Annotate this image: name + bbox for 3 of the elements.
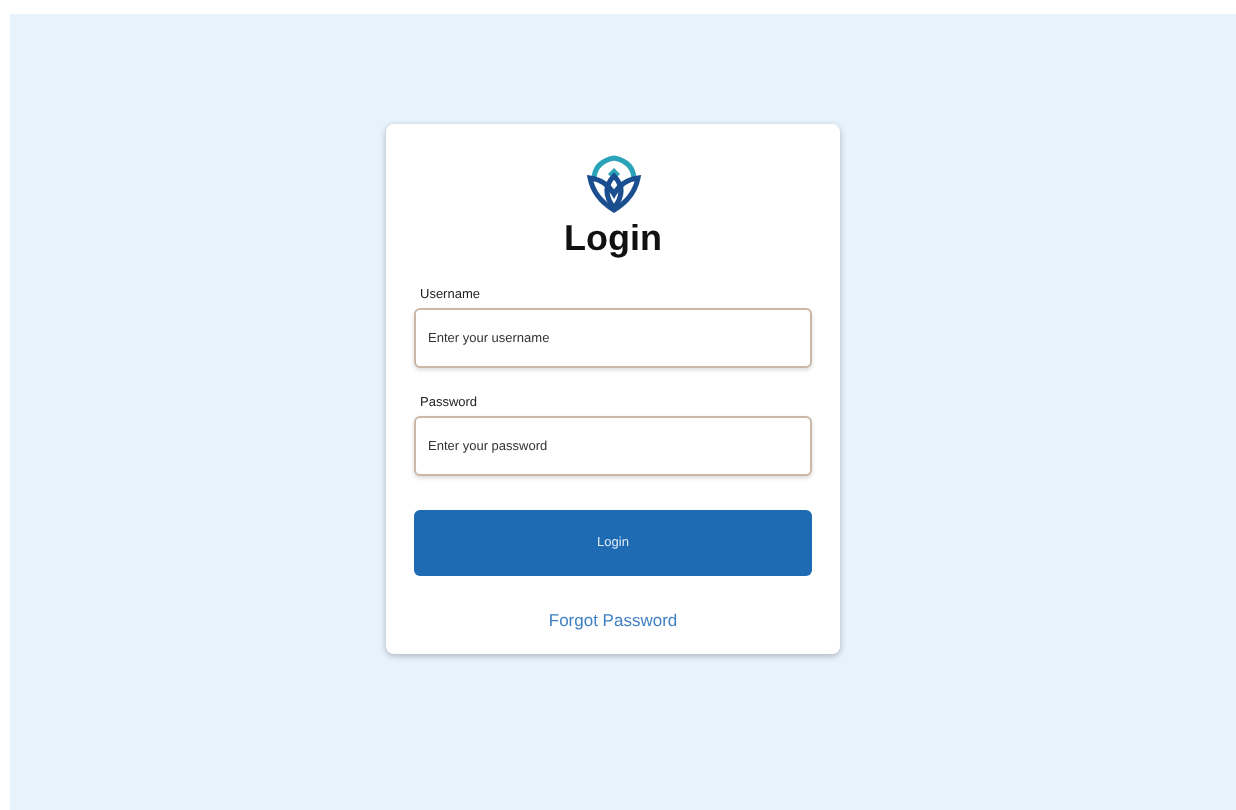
- forgot-password-link[interactable]: Forgot Password: [548, 610, 678, 630]
- lotus-logo-icon: [581, 154, 645, 214]
- login-title: Login: [564, 218, 662, 260]
